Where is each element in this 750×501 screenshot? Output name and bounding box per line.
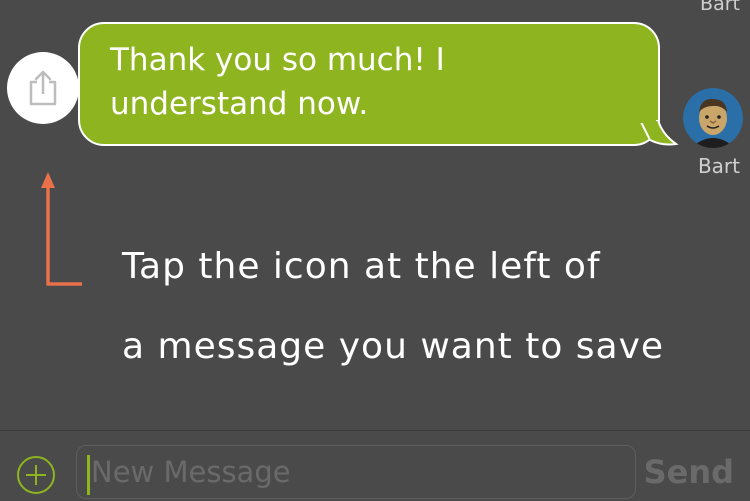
sender-name: Bart (697, 154, 740, 178)
share-button[interactable] (7, 52, 79, 124)
plus-circle-icon[interactable] (16, 455, 56, 495)
message-input[interactable] (76, 445, 636, 499)
message-bubble[interactable]: Thank you so much! I understand now. (78, 22, 660, 146)
avatar[interactable] (683, 88, 743, 148)
message-text: Thank you so much! I understand now. (110, 42, 445, 122)
text-caret (87, 455, 90, 495)
avatar-face-icon (683, 88, 743, 148)
hint-line-2: a message you want to save (122, 326, 665, 367)
hint-line-1: Tap the icon at the left of (122, 246, 601, 287)
arrow-up-icon (41, 172, 82, 286)
previous-sender-name: Bart (700, 0, 740, 15)
bubble-tail (640, 120, 679, 146)
message-input-bar: Send (0, 430, 750, 501)
send-button[interactable]: Send (644, 453, 734, 491)
share-icon (29, 70, 57, 106)
chat-area: Bart Thank you so much! I understand now… (0, 0, 750, 430)
